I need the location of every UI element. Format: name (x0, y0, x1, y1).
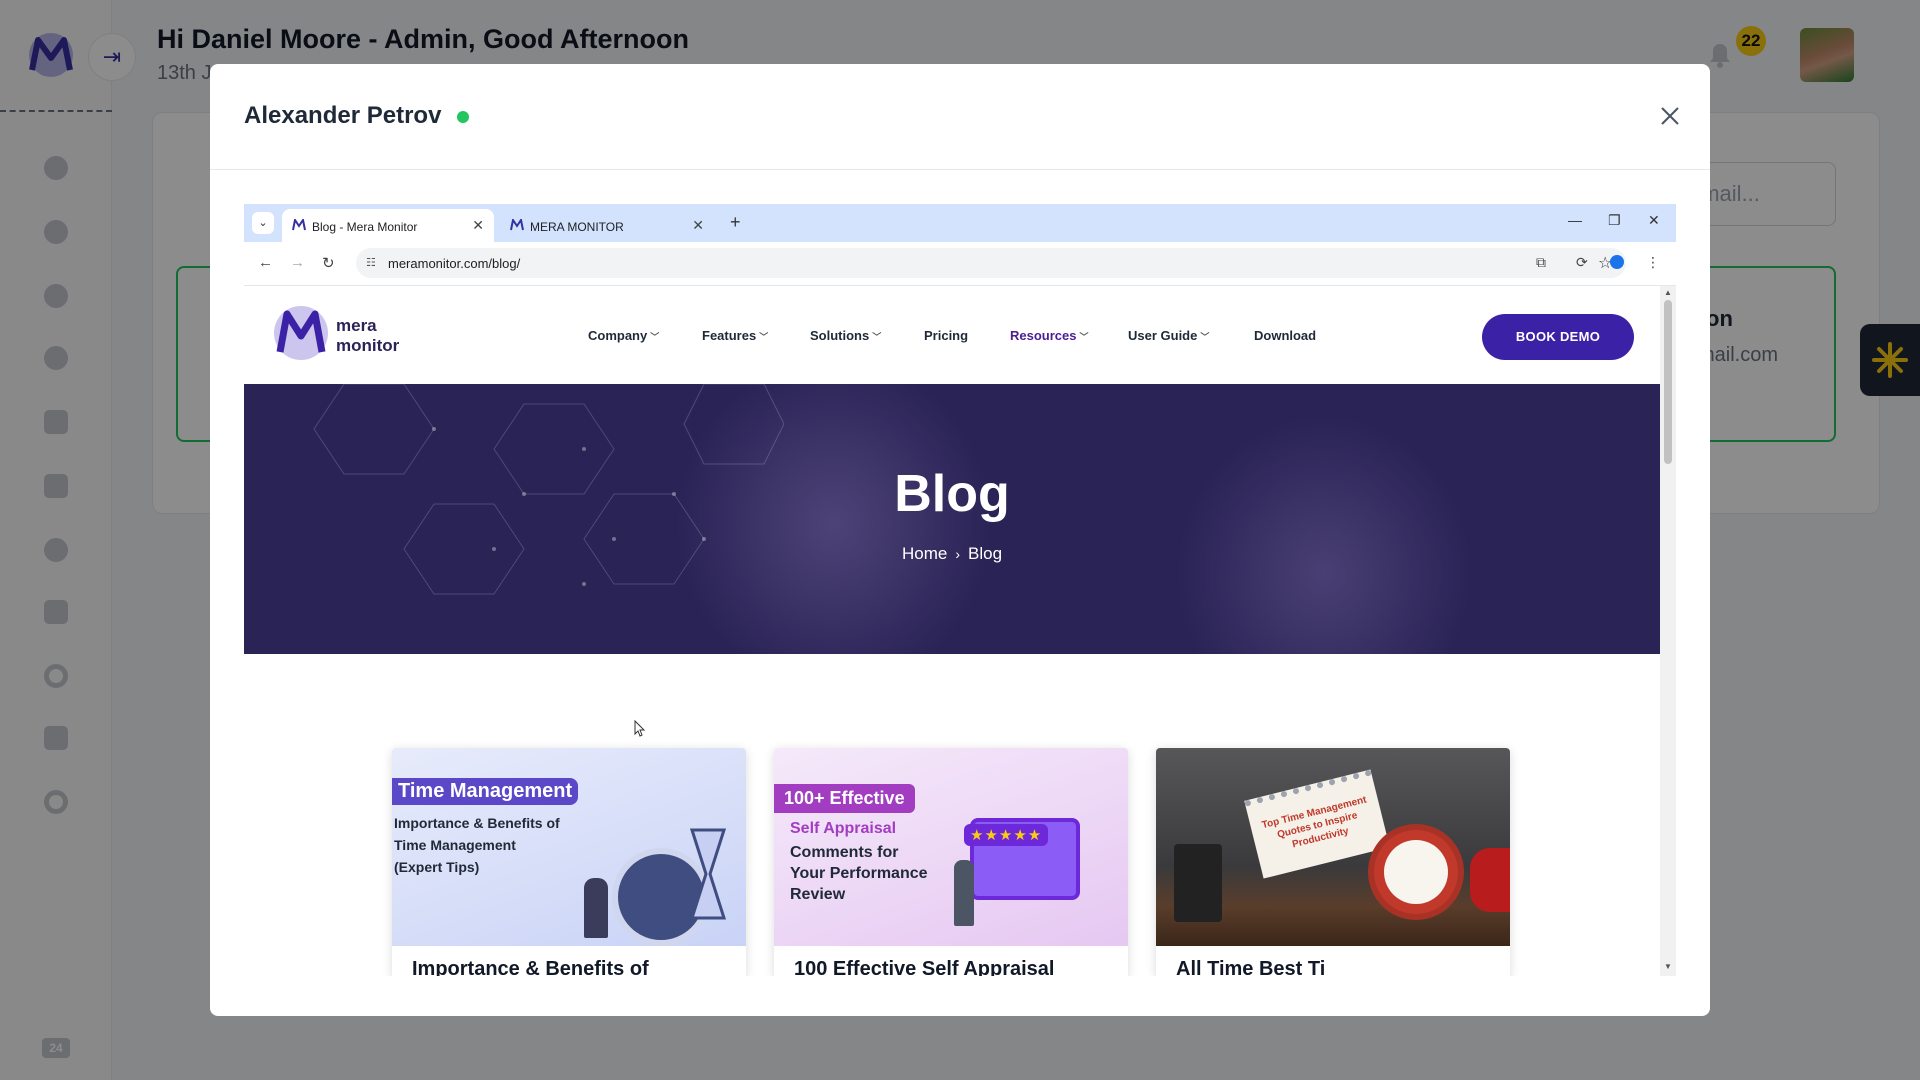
pen-holder-illustration (1174, 844, 1222, 922)
mera-favicon-icon (510, 219, 524, 231)
mera-favicon-icon (292, 219, 306, 231)
star-rating-icon: ★★★★★ (964, 824, 1049, 846)
blog-card[interactable]: Time Management Importance & Benefits of… (392, 748, 746, 976)
tab-close-icon[interactable]: ✕ (472, 217, 484, 234)
window-close-icon[interactable]: ✕ (1648, 212, 1660, 229)
extensions-icon[interactable]: ⧉ (1536, 254, 1546, 271)
site-navbar: mera monitor Company ﹀ Features ﹀ Solution… (244, 286, 1660, 384)
alarm-clock-icon (1368, 824, 1464, 920)
logo-text-line1: mera (336, 316, 377, 335)
reload-icon[interactable]: ↻ (322, 254, 335, 272)
blog-hero: Blog Home › Blog (244, 384, 1660, 654)
minimize-icon[interactable]: — (1568, 212, 1582, 228)
meramonitor-logo-icon[interactable] (272, 304, 330, 362)
logo-text-line2: monitor (336, 336, 400, 355)
image-text-line: (Expert Tips) (394, 859, 480, 875)
browser-tabbar: ⌄ Blog - Mera Monitor ✕ MERA MONITOR ✕ +… (244, 204, 1676, 242)
breadcrumb: Home › Blog (244, 544, 1660, 564)
blog-card-title[interactable]: All Time Best Ti (1176, 958, 1325, 976)
nav-label: Features (702, 328, 757, 343)
webpage: mera monitor Company ﹀ Features ﹀ Solution… (244, 286, 1676, 976)
blog-card[interactable]: Top Time Management Quotes to Inspire Pr… (1156, 748, 1510, 976)
scroll-up-icon[interactable]: ▲ (1664, 288, 1672, 297)
nav-download[interactable]: Download (1254, 328, 1316, 343)
chevron-down-icon: ﹀ (1200, 332, 1210, 342)
hero-title: Blog (894, 465, 1010, 523)
tab-close-icon[interactable]: ✕ (692, 217, 704, 234)
new-tab-icon[interactable]: + (730, 212, 741, 233)
address-bar[interactable]: ☷ meramonitor.com/blog/ ☆ (356, 248, 1626, 278)
blog-card-image: 100+ Effective Self Appraisal Comments f… (774, 748, 1128, 946)
page-scrollbar[interactable]: ▲ ▼ (1660, 286, 1676, 976)
nav-pricing[interactable]: Pricing (924, 328, 968, 343)
site-info-icon[interactable]: ☷ (366, 256, 376, 269)
blog-card-title[interactable]: Importance & Benefits of (412, 958, 649, 976)
breadcrumb-separator-icon: › (955, 546, 960, 562)
browser-menu-icon[interactable]: ⋮ (1646, 254, 1660, 271)
image-text-line: Comments for (790, 844, 899, 861)
profile-icon[interactable] (1610, 255, 1624, 269)
image-text-line: Your Performance (790, 865, 928, 882)
url-text: meramonitor.com/blog/ (388, 256, 521, 271)
flower-illustration (1470, 848, 1510, 912)
online-status-dot (457, 111, 469, 123)
blog-card[interactable]: 100+ Effective Self Appraisal Comments f… (774, 748, 1128, 976)
chevron-down-icon: ﹀ (1079, 332, 1089, 342)
nav-resources[interactable]: Resources ﹀ (1010, 328, 1089, 343)
hourglass-icon (689, 828, 727, 920)
screenshot-modal: Alexander Petrov ⌄ Blog - Mera Monitor ✕… (210, 64, 1710, 1016)
blog-card-image: Time Management Importance & Benefits of… (392, 748, 746, 946)
nav-label: Pricing (924, 328, 969, 343)
nav-label: Company (588, 328, 648, 343)
breadcrumb-home[interactable]: Home (902, 544, 947, 563)
image-text-line: Review (790, 886, 846, 903)
blog-card-title[interactable]: 100 Effective Self Appraisal (794, 958, 1055, 976)
scrollbar-thumb[interactable] (1664, 300, 1672, 464)
tab-search-icon[interactable]: ⌄ (252, 212, 274, 234)
image-text: Comments for Your Performance Review (790, 842, 928, 905)
clock-face (1384, 840, 1448, 904)
person-illustration (584, 878, 608, 938)
tab-label: Blog - Mera Monitor (312, 220, 418, 234)
back-icon[interactable]: ← (258, 254, 273, 271)
restore-icon[interactable]: ❐ (1608, 212, 1621, 229)
chevron-down-icon: ﹀ (650, 332, 660, 342)
image-tag: 100+ Effective (774, 784, 915, 813)
nav-features[interactable]: Features ﹀ (702, 328, 768, 343)
chevron-down-icon: ﹀ (872, 332, 882, 342)
tab-label: MERA MONITOR (530, 220, 624, 234)
blog-card-image: Top Time Management Quotes to Inspire Pr… (1156, 748, 1510, 946)
nav-user-guide[interactable]: User Guide ﹀ (1128, 328, 1209, 343)
nav-solutions[interactable]: Solutions ﹀ (810, 328, 881, 343)
sync-icon[interactable]: ⟳ (1576, 254, 1588, 271)
nav-label: User Guide (1128, 328, 1198, 343)
activity-screenshot: ⌄ Blog - Mera Monitor ✕ MERA MONITOR ✕ +… (244, 204, 1676, 976)
image-text: Importance & Benefits of Time Management… (394, 812, 560, 878)
breadcrumb-current: Blog (968, 544, 1003, 563)
person-illustration (954, 860, 974, 926)
mouse-cursor-icon (634, 720, 646, 737)
browser-tab-active[interactable]: Blog - Mera Monitor ✕ (282, 209, 494, 242)
scroll-down-icon[interactable]: ▼ (1664, 962, 1672, 971)
forward-icon[interactable]: → (290, 254, 305, 271)
blog-list: Time Management Importance & Benefits of… (244, 654, 1660, 976)
image-text-line: Importance & Benefits of (394, 815, 560, 831)
nav-label: Resources (1010, 328, 1077, 343)
nav-label: Download (1254, 328, 1317, 343)
nav-label: Solutions (810, 328, 870, 343)
chevron-down-icon: ﹀ (759, 332, 769, 342)
nav-company[interactable]: Company ﹀ (588, 328, 659, 343)
close-icon[interactable] (1656, 102, 1684, 130)
browser-toolbar: ← → ↻ ☷ meramonitor.com/blog/ ☆ ⧉ ⟳ ⋮ (244, 242, 1676, 286)
note-text: Top Time Management Quotes to Inspire Pr… (1260, 794, 1368, 851)
browser-tab[interactable]: MERA MONITOR ✕ (500, 209, 714, 242)
image-tag: Time Management (392, 778, 579, 805)
image-subtitle: Self Appraisal (790, 820, 897, 837)
modal-title: Alexander Petrov (244, 102, 442, 129)
hero-photo-person (1174, 414, 1474, 654)
image-text-line: Time Management (394, 837, 516, 853)
book-demo-button[interactable]: BOOK DEMO (1482, 314, 1634, 360)
modal-header: Alexander Petrov (210, 64, 1710, 170)
